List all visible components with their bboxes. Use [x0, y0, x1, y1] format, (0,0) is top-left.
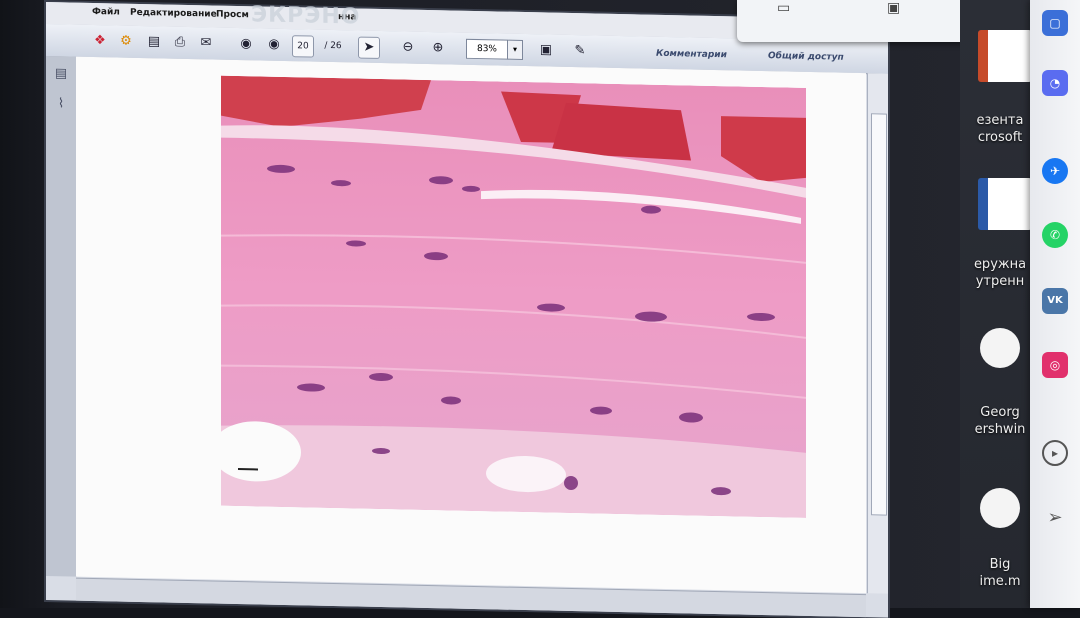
popup-icon-2[interactable]: ▣	[887, 0, 900, 16]
powerpoint-file-icon[interactable]	[978, 30, 1032, 82]
vk-icon[interactable]: VK	[1042, 288, 1068, 314]
pages-icon[interactable]: ▤	[52, 66, 70, 84]
notification-popup: ▭ ▣	[737, 0, 990, 42]
save-icon[interactable]: ▤	[144, 32, 164, 52]
desktop-label: еружна утренн	[973, 257, 1027, 289]
next-page-icon[interactable]: ◉	[264, 35, 284, 55]
select-tool-icon[interactable]: ➤	[358, 36, 380, 59]
zoom-in-icon[interactable]: ⊕	[428, 38, 448, 58]
navigation-panel: ▤ ⌇	[46, 56, 77, 577]
popup-icon[interactable]: ▭	[777, 0, 790, 16]
print-icon[interactable]: ⎙	[170, 33, 190, 53]
facebook-messenger-icon[interactable]: ✈	[1042, 158, 1068, 184]
page-number-input[interactable]: 20	[292, 35, 314, 58]
zoom-out-icon[interactable]: ⊖	[398, 37, 418, 57]
play-icon[interactable]: ▸	[1042, 440, 1068, 466]
fit-page-icon[interactable]: ▣	[536, 40, 556, 60]
page-total: / 26	[324, 40, 342, 52]
share-button[interactable]: Общий доступ	[768, 51, 844, 63]
instagram-icon[interactable]: ◎	[1042, 352, 1068, 378]
recording-watermark: ЭКРЭНО	[251, 2, 361, 30]
menu-edit[interactable]: Редактирование	[130, 8, 217, 20]
window-icon[interactable]: ▢	[1042, 10, 1068, 36]
app-icon[interactable]: ◔	[1042, 70, 1068, 96]
audio-file-icon[interactable]	[980, 488, 1020, 528]
desktop-label: Big ime.m	[979, 557, 1021, 589]
sign-icon[interactable]: ✎	[570, 41, 590, 61]
scroll-thumb[interactable]	[871, 113, 887, 516]
send-icon[interactable]: ➢	[1042, 505, 1068, 531]
pdf-viewer-window: Файл Редактирование Просм нна ЭКРЭНО –▢✕…	[46, 2, 892, 618]
audio-file-icon[interactable]	[980, 328, 1020, 368]
attachment-icon[interactable]: ⌇	[52, 96, 70, 114]
menu-file[interactable]: Файл	[92, 7, 120, 18]
zoom-dropdown-icon[interactable]: ▾	[507, 39, 523, 60]
app-tray: ▢ ◔ ✈ ✆ VK ◎ ▸ ➢	[1030, 0, 1080, 608]
scale-bar	[238, 468, 258, 471]
histology-micrograph	[221, 75, 806, 518]
vertical-scrollbar[interactable]	[867, 73, 888, 594]
desktop-label: Georg ershwin	[974, 405, 1026, 437]
prev-page-icon[interactable]: ◉	[236, 34, 256, 54]
create-pdf-icon[interactable]: ❖	[90, 31, 110, 51]
comments-button[interactable]: Комментарии	[656, 49, 727, 60]
document-page	[76, 56, 866, 594]
whatsapp-icon[interactable]: ✆	[1042, 222, 1068, 248]
desktop-label: езента crosoft	[976, 113, 1024, 145]
open-icon[interactable]: ⚙	[116, 31, 136, 51]
menu-view[interactable]: Просм	[216, 10, 249, 21]
word-file-icon[interactable]	[978, 178, 1032, 230]
zoom-input[interactable]: 83%	[466, 38, 508, 60]
email-icon[interactable]: ✉	[196, 33, 216, 53]
desktop-icons-area: езента crosoft еружна утренн Georg ershw…	[960, 0, 1040, 608]
